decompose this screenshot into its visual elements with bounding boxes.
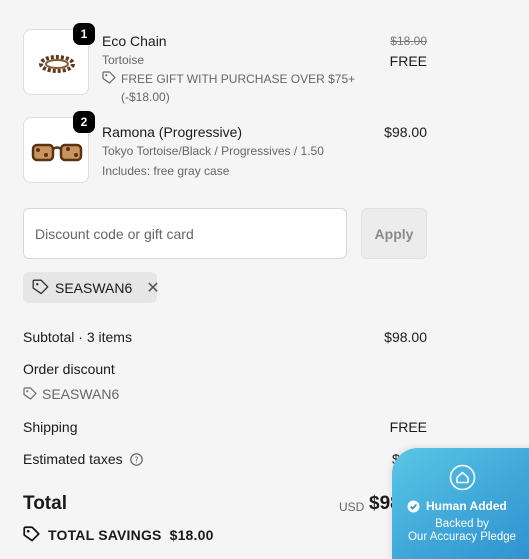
item-price: FREE (389, 53, 427, 69)
tag-icon (23, 387, 37, 401)
order-discount-code: SEASWAN6 (23, 386, 119, 402)
human-added-badge[interactable]: Human Added Backed by Our Accuracy Pledg… (392, 448, 529, 559)
original-price: $18.00 (390, 34, 427, 48)
badge-subtitle: Backed by Our Accuracy Pledge (407, 518, 517, 543)
item-name: Ramona (Progressive) (102, 124, 243, 140)
item-includes: Includes: free gray case (102, 164, 230, 178)
product-thumbnail-ramona: 2 (23, 111, 95, 183)
badge-title: Human Added (426, 499, 507, 513)
order-discount-label: Order discount (23, 361, 115, 377)
quantity-badge: 2 (73, 111, 95, 133)
help-icon[interactable]: ? (129, 452, 143, 466)
gift-amount: (-$18.00) (121, 90, 170, 104)
total-label: Total (23, 493, 67, 514)
product-thumbnail-eco-chain: 1 (23, 23, 95, 95)
savings-value: $18.00 (169, 526, 214, 543)
tag-icon (32, 279, 49, 296)
item-variant: Tortoise (102, 53, 145, 67)
item-variant: Tokyo Tortoise/Black / Progressives / 1.… (102, 144, 324, 158)
currency-code: USD (339, 500, 365, 514)
savings-label: TOTAL SAVINGS (48, 526, 162, 543)
taxes-label: Estimated taxes (23, 451, 123, 467)
taxes-row: Estimated taxes ? (23, 451, 143, 467)
gift-note: FREE GIFT WITH PURCHASE OVER $75+ (-$18.… (102, 70, 355, 106)
item-price: $98.00 (384, 124, 427, 140)
apply-button[interactable]: Apply (361, 208, 427, 259)
remove-discount-icon[interactable]: ✕ (146, 278, 159, 298)
svg-text:?: ? (134, 455, 138, 464)
shipping-value: FREE (389, 419, 427, 435)
applied-discount-chip: SEASWAN6 ✕ (23, 272, 160, 303)
savings-tag-icon (23, 526, 40, 543)
check-circle-icon (407, 500, 420, 518)
tag-icon (102, 71, 116, 106)
subtotal-label: Subtotal · 3 items (23, 329, 132, 345)
gift-note-text: FREE GIFT WITH PURCHASE OVER $75+ (121, 72, 356, 86)
shipping-label: Shipping (23, 419, 78, 435)
discount-code-input[interactable]: Discount code or gift card (23, 208, 347, 259)
subtotal-value: $98.00 (384, 329, 427, 345)
discount-placeholder: Discount code or gift card (35, 225, 194, 242)
home-shield-icon (449, 464, 476, 496)
quantity-badge: 1 (73, 23, 95, 45)
total-savings: TOTAL SAVINGS $18.00 (23, 526, 214, 543)
item-name: Eco Chain (102, 33, 167, 49)
applied-code: SEASWAN6 (55, 279, 133, 296)
